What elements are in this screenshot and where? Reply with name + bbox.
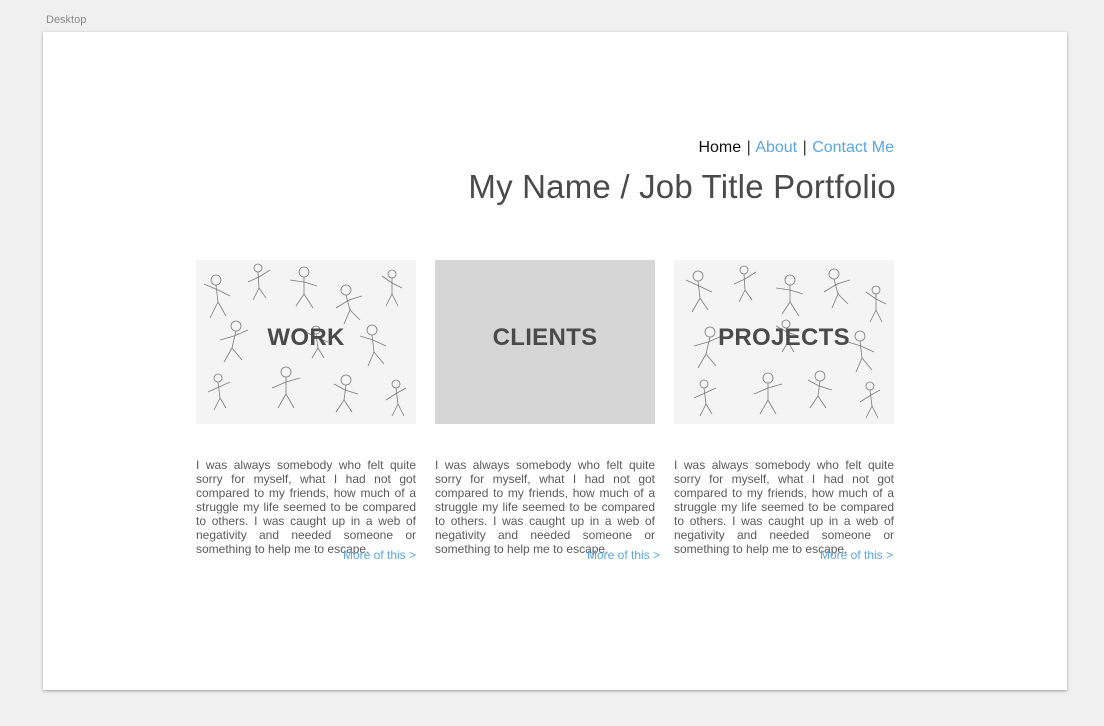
tile-title-work: WORK — [267, 324, 345, 351]
tile-projects[interactable]: PROJECTS — [674, 260, 894, 424]
nav-separator: | — [802, 139, 807, 156]
tile-clients[interactable]: CLIENTS — [435, 260, 655, 424]
nav-separator: | — [746, 139, 751, 156]
artboard-desktop: Home | About | Contact Me My Name / Job … — [43, 32, 1067, 690]
nav-about-link[interactable]: About — [755, 139, 797, 156]
card-work: WORK I was always somebody who felt quit… — [196, 260, 416, 562]
artboard-label: Desktop — [46, 14, 87, 26]
tile-work[interactable]: WORK — [196, 260, 416, 424]
card-description: I was always somebody who felt quite sor… — [196, 458, 416, 556]
card-clients: CLIENTS I was always somebody who felt q… — [435, 260, 660, 562]
card-description: I was always somebody who felt quite sor… — [435, 458, 655, 556]
card-projects: PROJECTS I was always somebody who felt … — [674, 260, 894, 562]
page-title: My Name / Job Title Portfolio — [468, 168, 896, 205]
top-navigation: Home | About | Contact Me — [698, 139, 894, 157]
card-description: I was always somebody who felt quite sor… — [674, 458, 894, 556]
nav-contact-link[interactable]: Contact Me — [812, 139, 894, 156]
tile-title-clients: CLIENTS — [492, 324, 598, 351]
nav-home-link[interactable]: Home — [698, 139, 741, 156]
tile-title-projects: PROJECTS — [718, 324, 850, 351]
